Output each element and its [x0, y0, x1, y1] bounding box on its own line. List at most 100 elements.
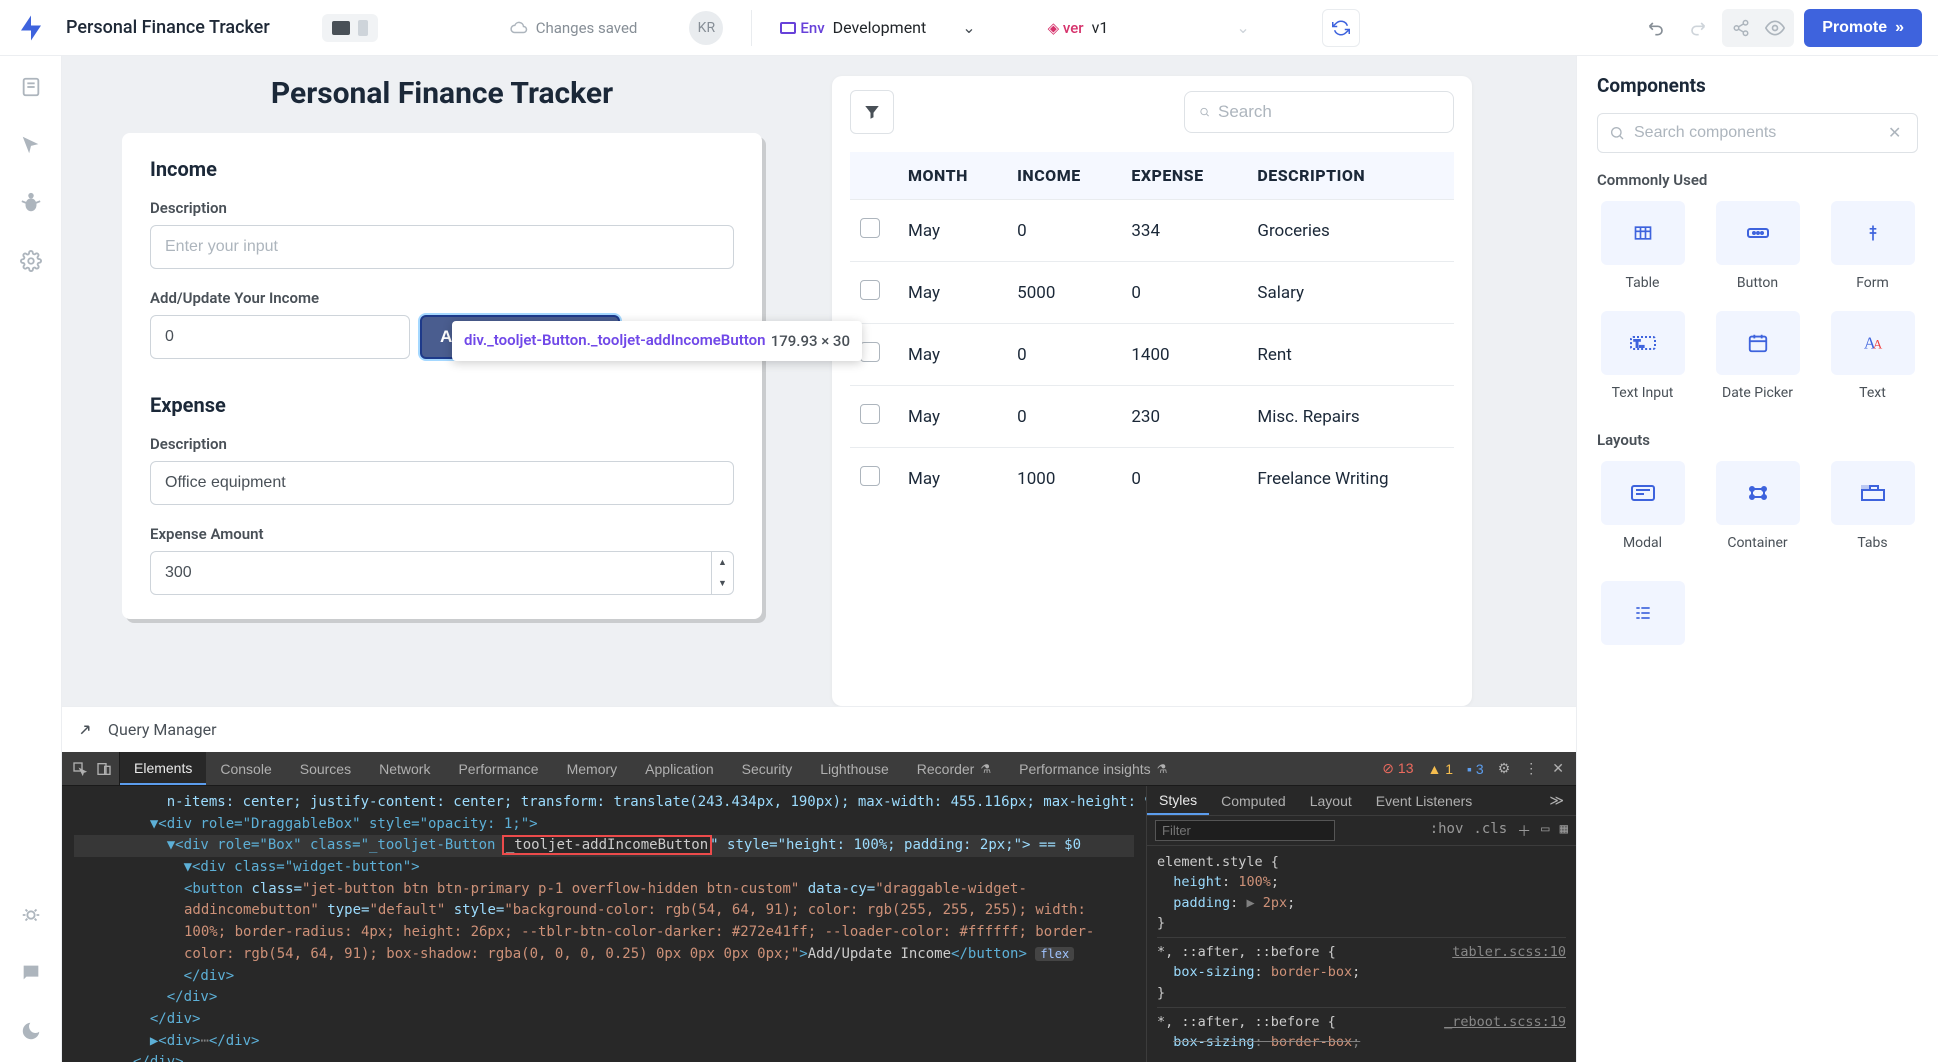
- component-label: Date Picker: [1722, 385, 1793, 401]
- devtools-tab-performance[interactable]: Performance: [444, 752, 552, 785]
- more-icon[interactable]: ⋮: [1524, 760, 1538, 777]
- devtools-tab-console[interactable]: Console: [206, 752, 285, 785]
- computed-icon[interactable]: ▦: [1560, 821, 1568, 841]
- devtools-tab-lighthouse[interactable]: Lighthouse: [806, 752, 903, 785]
- settings-gear-icon[interactable]: ⚙: [1498, 760, 1511, 777]
- info-count[interactable]: ▪ 3: [1467, 761, 1484, 777]
- divider: [751, 10, 752, 46]
- col-expense[interactable]: EXPENSE: [1121, 152, 1247, 200]
- hov-toggle[interactable]: :hov: [1430, 821, 1464, 841]
- css-rules[interactable]: element.style { height: 100%; padding: ▶…: [1147, 846, 1576, 1058]
- redo-button[interactable]: [1682, 13, 1712, 43]
- theme-toggle-icon[interactable]: [20, 1020, 42, 1042]
- query-manager-bar[interactable]: Query Manager: [62, 706, 1576, 752]
- styles-tab-computed[interactable]: Computed: [1209, 786, 1298, 815]
- undo-button[interactable]: [1642, 13, 1672, 43]
- row-checkbox[interactable]: [860, 466, 880, 486]
- devtools-tab-memory[interactable]: Memory: [553, 752, 632, 785]
- env-select[interactable]: Env Development ⌄: [780, 18, 975, 37]
- component-table[interactable]: [1601, 201, 1685, 265]
- cell-desc: Rent: [1247, 324, 1454, 386]
- component-item[interactable]: [1601, 581, 1685, 645]
- income-amount-input[interactable]: [150, 315, 410, 359]
- component-button[interactable]: [1716, 201, 1800, 265]
- expense-amount-input[interactable]: [150, 551, 734, 595]
- number-spinner[interactable]: ▲▼: [711, 552, 733, 594]
- inspect-icon[interactable]: [20, 134, 42, 156]
- components-search-input[interactable]: [1597, 113, 1918, 153]
- chevron-down-icon: ⌄: [1236, 18, 1249, 37]
- styles-tab-layout[interactable]: Layout: [1298, 786, 1364, 815]
- dom-tree[interactable]: n-items: center; justify-content: center…: [62, 786, 1146, 1062]
- component-container[interactable]: [1716, 461, 1800, 525]
- component-modal[interactable]: [1601, 461, 1685, 525]
- component-form[interactable]: [1831, 201, 1915, 265]
- row-checkbox[interactable]: [860, 342, 880, 362]
- avatar[interactable]: KR: [689, 11, 723, 45]
- col-month[interactable]: MONTH: [898, 152, 1007, 200]
- cls-toggle[interactable]: .cls: [1473, 821, 1507, 841]
- styles-tab-styles[interactable]: Styles: [1147, 786, 1209, 815]
- add-rule-icon[interactable]: ＋: [1517, 821, 1531, 841]
- filter-button[interactable]: [850, 90, 894, 134]
- table-search-input[interactable]: [1218, 102, 1439, 122]
- devtools-tab-performance-insights[interactable]: Performance insights⚗: [1005, 752, 1181, 785]
- debug-icon[interactable]: [20, 192, 42, 214]
- undo-icon: [1647, 18, 1667, 38]
- pages-icon[interactable]: [20, 76, 42, 98]
- refresh-icon: [1332, 19, 1350, 37]
- app-logo: [16, 13, 46, 43]
- devtools-tab-security[interactable]: Security: [728, 752, 807, 785]
- inspect-element-icon[interactable]: [72, 761, 88, 777]
- table-row[interactable]: May 5000 0 Salary: [850, 262, 1454, 324]
- device-toolbar-icon[interactable]: [96, 761, 112, 777]
- component-text-input[interactable]: T..: [1601, 311, 1685, 375]
- cell-expense: 334: [1121, 200, 1247, 262]
- row-checkbox[interactable]: [860, 280, 880, 300]
- component-tabs[interactable]: [1831, 461, 1915, 525]
- reload-button[interactable]: [1322, 9, 1360, 47]
- devtools-tab-sources[interactable]: Sources: [286, 752, 365, 785]
- comment-icon[interactable]: [20, 962, 42, 984]
- table-row[interactable]: May 1000 0 Freelance Writing: [850, 448, 1454, 510]
- component-text[interactable]: AA: [1831, 311, 1915, 375]
- styles-tab-event-listeners[interactable]: Event Listeners: [1364, 786, 1485, 815]
- devtools-tab-application[interactable]: Application: [631, 752, 728, 785]
- devtools-tab-elements[interactable]: Elements: [120, 752, 206, 785]
- styles-filter-input[interactable]: [1155, 820, 1335, 841]
- devtools-tab-network[interactable]: Network: [365, 752, 444, 785]
- income-amount-label: Add/Update Your Income: [150, 289, 734, 307]
- table-row[interactable]: May 0 334 Groceries: [850, 200, 1454, 262]
- row-checkbox[interactable]: [860, 218, 880, 238]
- close-devtools-icon[interactable]: ✕: [1552, 760, 1564, 777]
- share-button[interactable]: [1726, 13, 1756, 43]
- warning-count[interactable]: ▲ 1: [1428, 761, 1454, 777]
- component-date-picker[interactable]: [1716, 311, 1800, 375]
- eye-icon: [1765, 18, 1785, 38]
- expense-desc-input[interactable]: [150, 461, 734, 505]
- row-checkbox[interactable]: [860, 404, 880, 424]
- income-desc-input[interactable]: [150, 225, 734, 269]
- clear-icon[interactable]: ✕: [1888, 123, 1908, 143]
- data-table-card: MONTH INCOME EXPENSE DESCRIPTION May 0 3…: [832, 76, 1472, 706]
- error-count[interactable]: ⊘ 13: [1382, 760, 1413, 777]
- version-select[interactable]: ◈ ver v1 ⌄: [1048, 18, 1250, 37]
- device-preview-toggle[interactable]: [322, 14, 378, 42]
- component-label: Tabs: [1857, 535, 1887, 551]
- styles-more-icon[interactable]: ≫: [1537, 786, 1576, 815]
- table-row[interactable]: May 0 230 Misc. Repairs: [850, 386, 1454, 448]
- device-icon[interactable]: ▭: [1541, 821, 1549, 841]
- promote-button[interactable]: Promote »: [1804, 9, 1922, 47]
- canvas-title: Personal Finance Tracker: [122, 76, 762, 111]
- col-description[interactable]: DESCRIPTION: [1247, 152, 1454, 200]
- table-row[interactable]: May 0 1400 Rent: [850, 324, 1454, 386]
- cell-month: May: [898, 324, 1007, 386]
- col-income[interactable]: INCOME: [1007, 152, 1121, 200]
- cell-month: May: [898, 262, 1007, 324]
- settings-icon[interactable]: [20, 250, 42, 272]
- svg-text:A: A: [1873, 338, 1883, 352]
- devtools-tab-recorder[interactable]: Recorder⚗: [903, 752, 1005, 785]
- section-commonly-used: Commonly Used: [1597, 171, 1918, 189]
- preview-button[interactable]: [1760, 13, 1790, 43]
- support-icon[interactable]: [20, 904, 42, 926]
